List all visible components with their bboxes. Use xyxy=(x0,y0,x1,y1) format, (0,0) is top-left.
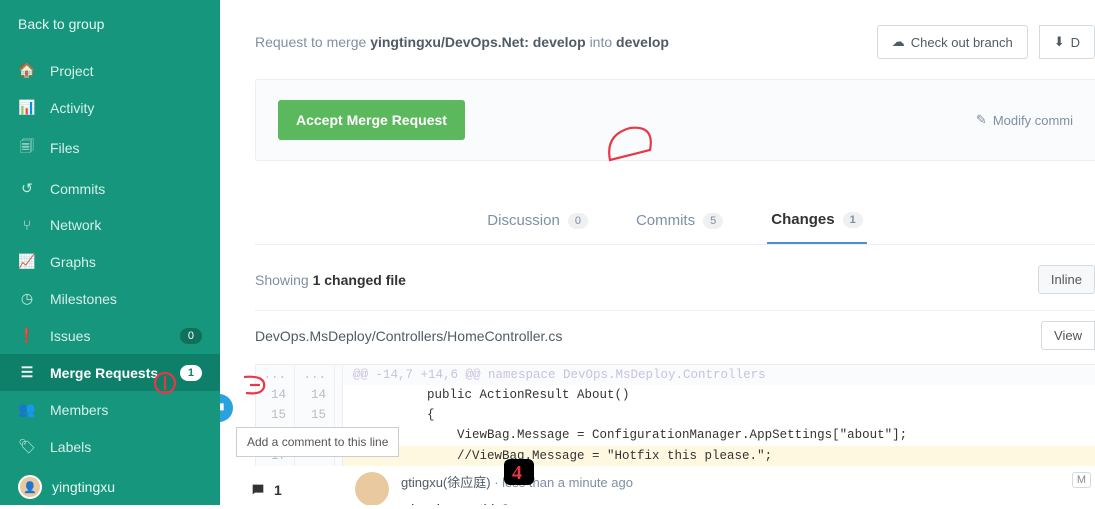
sidebar-item-label: Project xyxy=(50,63,202,79)
inline-diff-button[interactable]: Inline xyxy=(1038,265,1095,294)
user-name: yingtingxu xyxy=(52,479,115,495)
avatar: 👤 xyxy=(18,475,42,499)
sidebar-item-label: Milestones xyxy=(50,291,202,307)
sidebar-item-label: Activity xyxy=(50,100,202,116)
role-badge: M xyxy=(1072,472,1091,488)
modify-commit-link[interactable]: ✎ Modify commi xyxy=(976,112,1073,128)
sidebar-item-graphs[interactable]: 📈 Graphs xyxy=(0,243,220,280)
sidebar-item-label: Merge Requests xyxy=(50,365,166,381)
sidebar-item-milestones[interactable]: ◷ Milestones xyxy=(0,280,220,317)
comment-icon xyxy=(250,482,266,498)
comment-thread: gtingxu(徐应庭) · less than a minute ago wh… xyxy=(255,472,1095,505)
new-line-number: 14 xyxy=(295,385,335,405)
sidebar: Back to group 🏠 Project 📊 Activity 🗐 Fil… xyxy=(0,0,220,505)
merge-request-header: Request to merge yingtingxu/DevOps.Net: … xyxy=(255,0,1095,79)
avatar xyxy=(355,472,389,505)
old-line-number: 14 xyxy=(255,385,295,405)
history-icon: ↺ xyxy=(18,180,36,197)
sidebar-item-label: Graphs xyxy=(50,254,202,270)
comment-count[interactable]: 1 xyxy=(250,482,282,498)
sidebar-item-project[interactable]: 🏠 Project xyxy=(0,52,220,89)
sidebar-item-commits[interactable]: ↺ Commits xyxy=(0,170,220,207)
cloud-download-icon: ☁ xyxy=(892,34,905,50)
target-branch: develop xyxy=(616,34,669,50)
accept-merge-panel: Accept Merge Request ✎ Modify commi xyxy=(255,79,1095,161)
fork-icon: ⑂ xyxy=(18,217,36,233)
changes-count-badge: 1 xyxy=(843,212,863,228)
tab-discussion[interactable]: Discussion 0 xyxy=(483,201,592,244)
merge-icon: ☰ xyxy=(18,364,36,381)
home-icon: 🏠 xyxy=(18,62,36,79)
tags-icon: 🏷 xyxy=(18,438,36,455)
issue-icon: ❗ xyxy=(18,327,36,344)
tab-changes[interactable]: Changes 1 xyxy=(767,201,866,244)
sidebar-item-issues[interactable]: ❗ Issues 0 xyxy=(0,317,220,354)
sidebar-item-label: Issues xyxy=(50,328,166,344)
sidebar-item-label: Labels xyxy=(50,439,202,455)
sidebar-item-label: Files xyxy=(50,140,202,156)
members-icon: 👥 xyxy=(18,401,36,418)
merge-description: Request to merge yingtingxu/DevOps.Net: … xyxy=(255,34,669,50)
diff-file-header: DevOps.MsDeploy/Controllers/HomeControll… xyxy=(255,310,1095,364)
file-path: DevOps.MsDeploy/Controllers/HomeControll… xyxy=(255,328,562,344)
sidebar-item-members[interactable]: 👥 Members xyxy=(0,391,220,428)
back-to-group-link[interactable]: Back to group xyxy=(0,0,220,52)
files-icon: 🗐 xyxy=(18,136,36,160)
sidebar-item-labels[interactable]: 🏷 Labels xyxy=(0,428,220,465)
source-branch: yingtingxu/DevOps.Net: develop xyxy=(370,34,585,50)
comment-icon xyxy=(220,401,226,415)
add-comment-button[interactable] xyxy=(220,394,233,422)
sidebar-item-label: Network xyxy=(50,217,202,233)
tab-commits[interactable]: Commits 5 xyxy=(632,201,727,244)
diff-line[interactable]: 15 15 { xyxy=(255,405,1095,425)
sidebar-item-network[interactable]: ⑂ Network xyxy=(0,207,220,243)
comment-time: less than a minute ago xyxy=(502,475,633,490)
issues-count-badge: 0 xyxy=(180,328,202,344)
sidebar-item-label: Commits xyxy=(50,181,202,197)
comment-author[interactable]: gtingxu(徐应庭) xyxy=(401,475,491,490)
sidebar-item-merge-requests[interactable]: ☰ Merge Requests 1 xyxy=(0,354,220,391)
view-file-button[interactable]: View xyxy=(1041,321,1095,350)
merge-requests-count-badge: 1 xyxy=(180,365,202,381)
accept-merge-request-button[interactable]: Accept Merge Request xyxy=(278,100,465,140)
code-content: public ActionResult About() xyxy=(343,385,1095,405)
add-comment-tooltip: Add a comment to this line xyxy=(236,427,399,457)
commits-count-badge: 5 xyxy=(703,213,723,229)
sidebar-item-activity[interactable]: 📊 Activity xyxy=(0,89,220,126)
comment-body: why change this? xyxy=(401,501,1060,505)
changes-summary: Showing 1 changed file Inline xyxy=(255,245,1095,310)
discussion-count-badge: 0 xyxy=(568,213,588,229)
clock-icon: ◷ xyxy=(18,290,36,307)
checkout-branch-button[interactable]: ☁ Check out branch xyxy=(877,25,1028,59)
comment-meta: gtingxu(徐应庭) · less than a minute ago xyxy=(401,472,1060,491)
mr-tabs: Discussion 0 Commits 5 Changes 1 xyxy=(255,201,1095,245)
diff-line[interactable]: 14 14 public ActionResult About() xyxy=(255,385,1095,405)
diff-hunk-header: ...... @@ -14,7 +14,6 @@ namespace DevOp… xyxy=(255,365,1095,385)
current-user[interactable]: 👤 yingtingxu xyxy=(0,465,220,509)
download-icon: ⬇ xyxy=(1054,34,1065,50)
edit-icon: ✎ xyxy=(976,112,987,128)
dashboard-icon: 📊 xyxy=(18,99,36,116)
sidebar-item-label: Members xyxy=(50,402,202,418)
nav-list: 🏠 Project 📊 Activity 🗐 Files ↺ Commits ⑂… xyxy=(0,52,220,465)
chart-icon: 📈 xyxy=(18,253,36,270)
download-button[interactable]: ⬇ D xyxy=(1039,25,1095,59)
main-content: Request to merge yingtingxu/DevOps.Net: … xyxy=(220,0,1095,505)
sidebar-item-files[interactable]: 🗐 Files xyxy=(0,126,220,170)
